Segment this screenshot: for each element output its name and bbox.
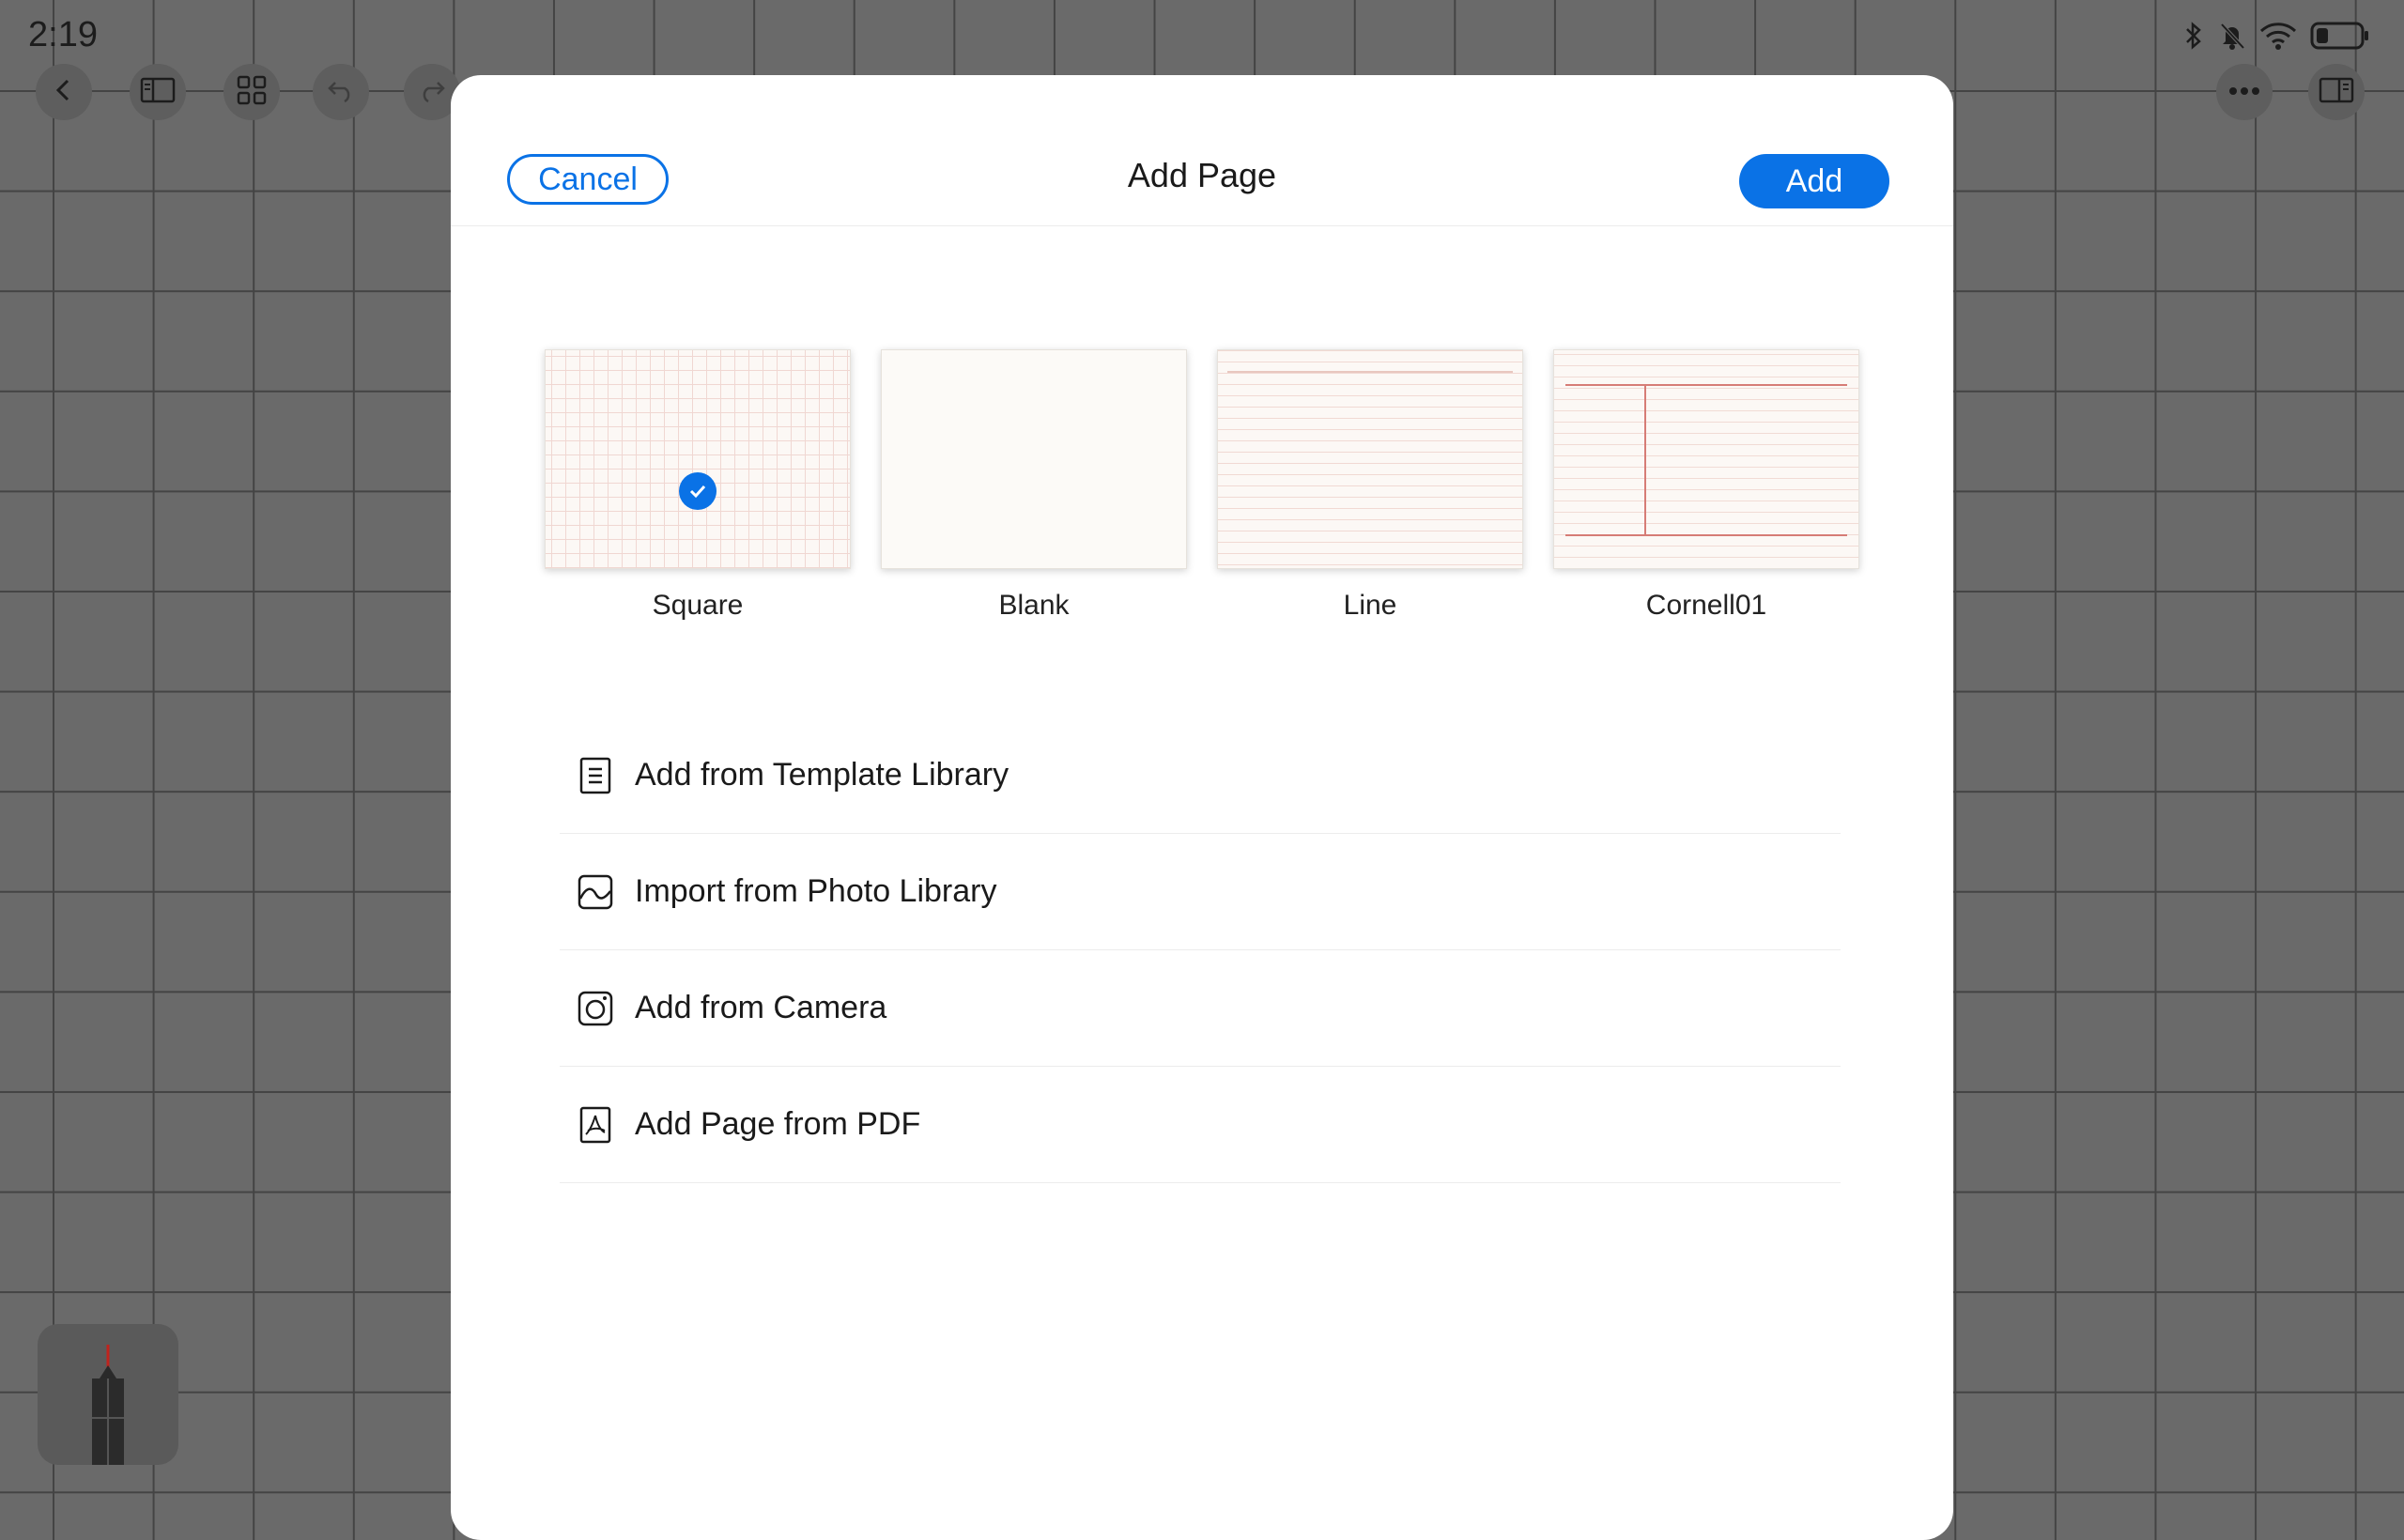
back-button[interactable]	[36, 64, 92, 120]
status-time: 2:19	[28, 15, 98, 54]
option-label: Add from Camera	[635, 990, 887, 1025]
template-list: Square Blank Line Cornell01	[545, 349, 1859, 622]
top-rule	[1227, 371, 1513, 373]
add-page-from-pdf[interactable]: Add Page from PDF	[560, 1067, 1841, 1183]
template-label: Blank	[998, 590, 1070, 621]
photo-icon	[577, 873, 614, 911]
template-thumbnail[interactable]	[881, 349, 1187, 569]
option-label: Add from Template Library	[635, 757, 1009, 793]
status-icons	[2182, 21, 2370, 51]
undo-icon	[326, 77, 356, 108]
cornell-header-rule	[1565, 384, 1847, 386]
add-from-camera[interactable]: Add from Camera	[560, 950, 1841, 1067]
camera-icon	[577, 990, 614, 1027]
grid-view-button[interactable]	[223, 64, 280, 120]
split-view-icon	[2319, 77, 2354, 108]
pdf-icon	[577, 1106, 614, 1144]
undo-button[interactable]	[313, 64, 369, 120]
add-page-dialog: Cancel Add Page Add Square Blank Line Co…	[451, 75, 1953, 1540]
option-label: Add Page from PDF	[635, 1106, 921, 1142]
option-label: Import from Photo Library	[635, 873, 997, 909]
import-from-photo-library[interactable]: Import from Photo Library	[560, 834, 1841, 950]
add-button[interactable]: Add	[1739, 154, 1889, 208]
template-thumbnail[interactable]	[1217, 349, 1523, 569]
redo-icon	[417, 77, 447, 108]
template-library-icon	[577, 757, 614, 794]
template-thumbnail[interactable]	[545, 349, 851, 569]
selected-check-icon	[679, 472, 717, 510]
more-icon	[2228, 84, 2260, 100]
pen-tool[interactable]	[38, 1324, 178, 1465]
add-options-list: Add from Template Library Import from Ph…	[560, 717, 1841, 1183]
template-label: Line	[1343, 590, 1397, 621]
template-thumbnail[interactable]	[1553, 349, 1859, 569]
sidebar-button[interactable]	[130, 64, 186, 120]
split-view-button[interactable]	[2308, 64, 2365, 120]
back-icon	[51, 77, 77, 108]
wifi-icon	[2259, 21, 2297, 51]
sidebar-icon	[140, 77, 176, 108]
template-line[interactable]: Line	[1217, 349, 1523, 622]
grid-view-icon	[236, 74, 268, 111]
more-button[interactable]	[2216, 64, 2273, 120]
bell-muted-icon	[2218, 21, 2246, 51]
template-square[interactable]: Square	[545, 349, 851, 622]
pen-icon	[38, 1345, 178, 1469]
bluetooth-icon	[2182, 21, 2205, 51]
template-blank[interactable]: Blank	[881, 349, 1187, 622]
add-from-template-library[interactable]: Add from Template Library	[560, 717, 1841, 834]
header-divider	[451, 225, 1953, 226]
cornell-cue-rule	[1644, 384, 1646, 536]
dialog-title: Add Page	[1127, 156, 1277, 194]
battery-icon	[2310, 21, 2370, 51]
cornell-summary-rule	[1565, 534, 1847, 536]
template-cornell01[interactable]: Cornell01	[1553, 349, 1859, 622]
template-label: Square	[652, 590, 744, 621]
template-label: Cornell01	[1645, 590, 1767, 621]
